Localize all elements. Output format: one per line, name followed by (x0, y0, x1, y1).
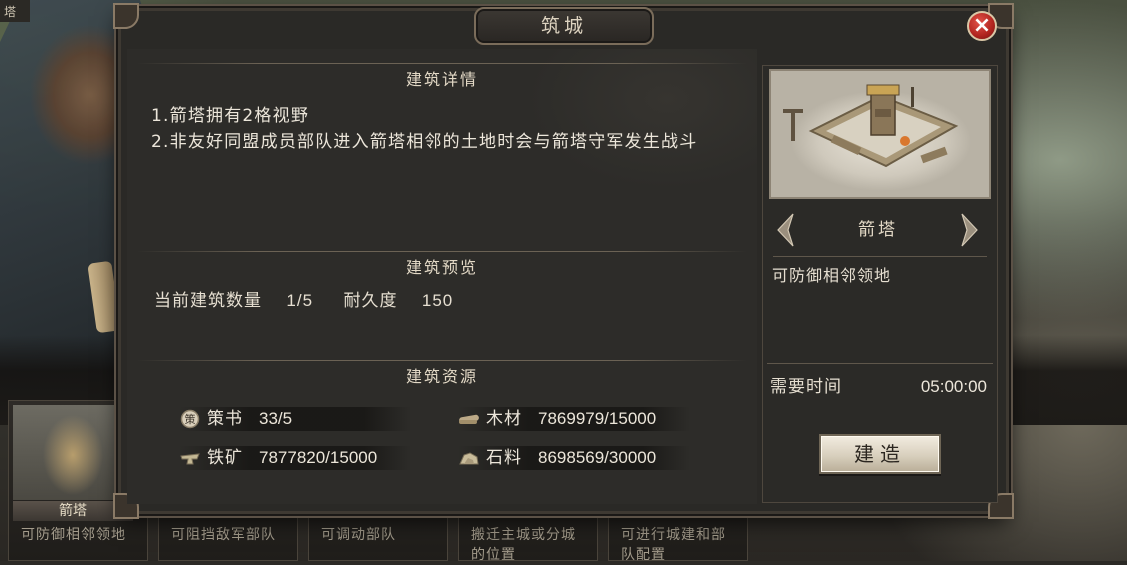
divider (137, 251, 747, 252)
top-left-tag: 塔 (0, 0, 30, 22)
arrow-tower-illustration (783, 84, 959, 168)
resource-name: 铁矿 (207, 448, 243, 468)
count-label: 当前建筑数量 (154, 291, 262, 311)
build-time-value: 05:00:00 (920, 377, 987, 396)
building-preview-image (769, 69, 991, 199)
resource-value: 7869979/15000 (538, 409, 657, 428)
divider (767, 363, 993, 364)
divider (773, 256, 987, 257)
resource-iron: 铁矿 7877820/15000 (179, 446, 411, 470)
durability-value: 150 (421, 291, 454, 310)
building-card-desc: 可调动部队 (321, 527, 396, 543)
preview-stats: 当前建筑数量 1/5 耐久度 150 (154, 287, 453, 315)
wood-icon (458, 409, 480, 429)
resource-value: 8698569/30000 (538, 448, 657, 467)
detail-heading: 建筑详情 (405, 70, 478, 89)
divider (137, 360, 747, 361)
selected-building-name: 箭塔 (858, 220, 898, 240)
building-selector-panel: 箭塔 可防御相邻领地 需要时间 05:00:00 建造 (762, 65, 998, 503)
preview-heading: 建筑预览 (405, 258, 478, 277)
building-card-desc: 可阻挡敌军部队 (171, 527, 276, 543)
building-card-thumbnail (13, 405, 133, 500)
chevron-right-icon (961, 213, 978, 247)
resource-wood: 木材 7869979/15000 (458, 407, 690, 431)
svg-text:策: 策 (185, 412, 196, 426)
building-card-desc: 搬迁主城或分城的位置 (471, 527, 576, 563)
resource-strategy-book: 策 策书 33/5 (179, 407, 411, 431)
next-building-button[interactable] (960, 212, 980, 248)
detail-line-2: 2.非友好同盟成员部队进入箭塔相邻的土地时会与箭塔守军发生战斗 (151, 132, 698, 152)
durability-label: 耐久度 (343, 291, 398, 311)
build-button[interactable]: 建造 (819, 434, 941, 474)
resources-heading: 建筑资源 (405, 367, 478, 386)
stone-icon (458, 448, 480, 468)
building-card-desc: 可防御相邻领地 (21, 527, 126, 543)
detail-text: 1.箭塔拥有2格视野 2.非友好同盟成员部队进入箭塔相邻的土地时会与箭塔守军发生… (151, 103, 751, 155)
chevron-left-icon (777, 213, 794, 247)
resource-value: 7877820/15000 (259, 448, 378, 467)
resource-name: 石料 (486, 448, 522, 468)
detail-line-1: 1.箭塔拥有2格视野 (151, 106, 310, 126)
prev-building-button[interactable] (775, 212, 795, 248)
resource-stone: 石料 8698569/30000 (458, 446, 690, 470)
building-card-desc: 可进行城建和部队配置 (621, 527, 726, 563)
dialog-title: 筑城 (474, 7, 654, 45)
build-dialog: 筑城 × 建筑详情 建筑预览 建筑资源 1.箭塔拥有2格视野 2.非友好同盟成员… (113, 3, 1014, 519)
frame-corner (113, 3, 139, 29)
build-time-label: 需要时间 (770, 377, 842, 397)
count-value: 1/5 (286, 291, 314, 310)
resource-name: 策书 (207, 409, 243, 429)
resource-value: 33/5 (259, 409, 293, 428)
resource-name: 木材 (486, 409, 522, 429)
close-button[interactable]: × (967, 11, 997, 41)
divider (137, 63, 747, 64)
selected-building-desc: 可防御相邻领地 (772, 266, 892, 285)
strategy-book-icon: 策 (179, 409, 201, 429)
iron-ore-icon (179, 448, 201, 468)
